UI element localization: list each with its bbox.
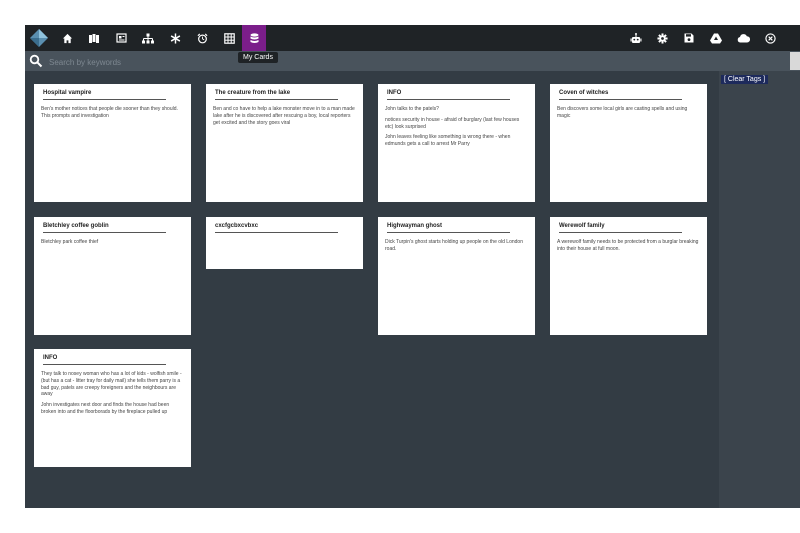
clear-tags-button[interactable]: [ Clear Tags ] (721, 75, 769, 84)
card-title: INFO (43, 355, 166, 365)
top-toolbar (25, 25, 800, 51)
card[interactable]: Highwayman ghost Dick Turpin's ghost sta… (378, 217, 535, 335)
cloud-icon[interactable] (731, 25, 755, 51)
card-body: Ben discovers some local girls are casti… (557, 106, 700, 120)
google-drive-icon[interactable] (704, 25, 728, 51)
card-text: Ben and co have to help a lake monster m… (213, 106, 355, 126)
card[interactable]: Bletchley coffee goblin Bletchley park c… (34, 217, 191, 335)
app-window: [ Clear Tags ] Hospital vampire Ben's mo… (25, 25, 800, 508)
gear-icon[interactable] (650, 25, 674, 51)
database-icon[interactable] (242, 25, 266, 51)
card-text: John investigates next door and finds th… (41, 402, 170, 415)
card-body: A werewolf family needs to be protected … (557, 239, 700, 253)
card[interactable]: Coven of witches Ben discovers some loca… (550, 84, 707, 202)
card-text: They talk to nosey woman who has a lot o… (41, 371, 182, 398)
card-body: John talks to the patels? notices securi… (385, 106, 528, 148)
save-icon[interactable] (677, 25, 701, 51)
card-text: Dick Turpin's ghost starts holding up pe… (385, 239, 523, 252)
card-text: Bletchley park coffee thief (41, 239, 99, 245)
search-bar (25, 51, 800, 71)
card[interactable]: INFO John talks to the patels? notices s… (378, 84, 535, 202)
tooltip: My Cards (238, 52, 278, 63)
card-body: They talk to nosey woman who has a lot o… (41, 371, 184, 416)
close-icon[interactable] (758, 25, 782, 51)
sitemap-icon[interactable] (136, 25, 160, 51)
card-text: Ben discovers some local girls are casti… (557, 106, 688, 119)
card-body: Bletchley park coffee thief (41, 239, 184, 246)
card[interactable]: cxcfgcbxcvbxc (206, 217, 363, 269)
robot-icon[interactable] (624, 25, 648, 51)
map-icon[interactable] (82, 25, 106, 51)
card[interactable]: The creature from the lake Ben and co ha… (206, 84, 363, 202)
card-text: John talks to the patels? (385, 106, 439, 112)
app-logo[interactable] (29, 28, 49, 48)
panel-toggle-button[interactable] (790, 52, 800, 70)
card[interactable]: Werewolf family A werewolf family needs … (550, 217, 707, 335)
search-input[interactable] (47, 53, 651, 71)
asterisk-icon[interactable] (163, 25, 187, 51)
tags-sidebar: [ Clear Tags ] (719, 71, 800, 508)
card-text: A werewolf family needs to be protected … (557, 239, 699, 252)
alarm-clock-icon[interactable] (190, 25, 214, 51)
card[interactable]: INFO They talk to nosey woman who has a … (34, 349, 191, 467)
card-title: Bletchley coffee goblin (43, 223, 166, 233)
card-body: Dick Turpin's ghost starts holding up pe… (385, 239, 528, 253)
card-title: Coven of witches (559, 90, 682, 100)
card-title: Hospital vampire (43, 90, 166, 100)
card-title: Highwayman ghost (387, 223, 510, 233)
search-icon (29, 54, 43, 68)
card-text: notices security in house - afraid of bu… (385, 116, 520, 130)
card-text: Ben's mother notices that people die soo… (41, 106, 178, 119)
newspaper-icon[interactable] (109, 25, 133, 51)
card-title: Werewolf family (559, 223, 682, 233)
card-title: INFO (387, 90, 510, 100)
card-body: Ben's mother notices that people die soo… (41, 106, 184, 120)
card-title: cxcfgcbxcvbxc (215, 223, 338, 233)
card-body: Ben and co have to help a lake monster m… (213, 106, 356, 126)
table-grid-icon[interactable] (217, 25, 241, 51)
home-icon[interactable] (55, 25, 79, 51)
card-title: The creature from the lake (215, 90, 338, 100)
card[interactable]: Hospital vampire Ben's mother notices th… (34, 84, 191, 202)
card-text: John leaves feeling like something is wr… (385, 134, 511, 147)
